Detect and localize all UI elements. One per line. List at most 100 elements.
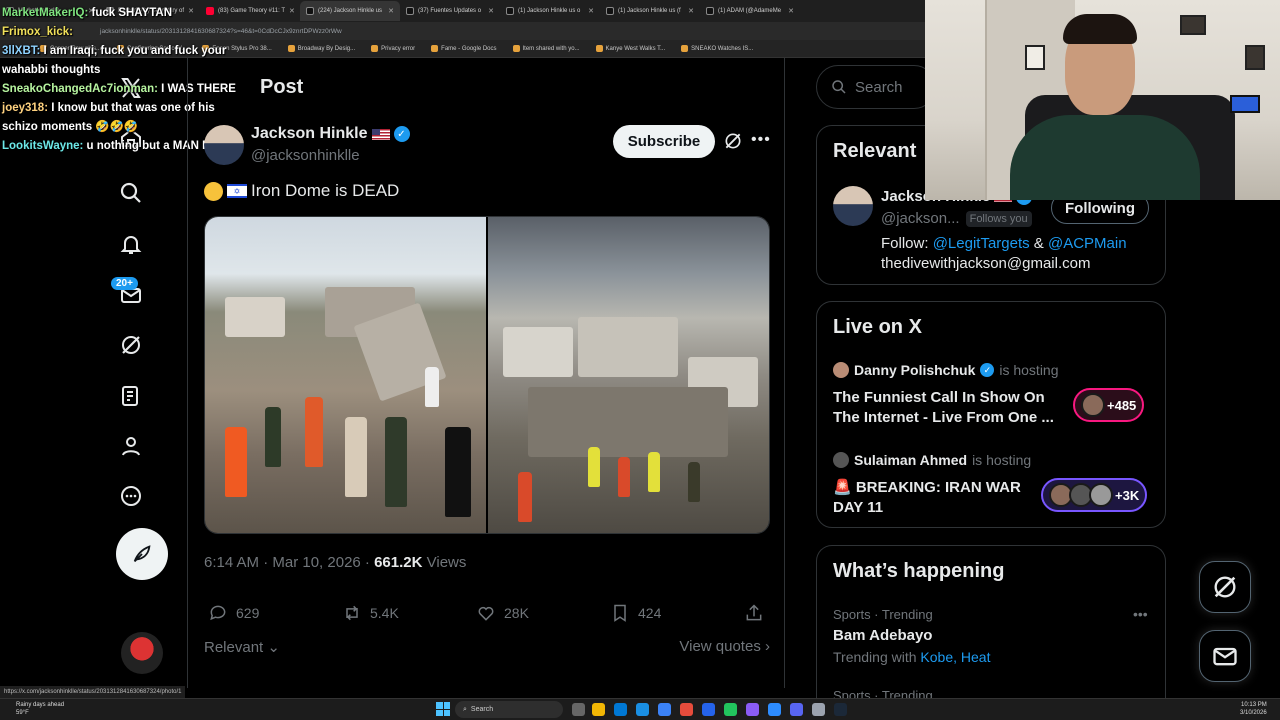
space1-title[interactable]: The Funniest Call In Show On The Interne… (833, 388, 1063, 428)
app-icon[interactable] (702, 703, 715, 716)
account-avatar[interactable] (121, 632, 163, 674)
sort-dropdown[interactable]: Relevant ⌄ (204, 639, 280, 656)
tab-title[interactable]: (224) Jackson Hinkle us (318, 8, 382, 14)
trend1-links[interactable]: Kobe, Heat (920, 649, 990, 665)
tab-close-icon[interactable]: ✕ (588, 7, 594, 15)
browser-tab[interactable]: (224) Jackson Hinkle us ✕ (300, 1, 400, 21)
trend1-name[interactable]: Bam Adebayo (833, 627, 932, 644)
like-button[interactable]: 28K (476, 603, 529, 623)
tab-title[interactable]: (1) Jackson Hinkle us o (518, 8, 580, 14)
space2-host-row[interactable]: Sulaiman Ahmed is hosting (833, 452, 1031, 468)
task-view-icon[interactable] (572, 703, 585, 716)
search-placeholder[interactable]: Search (855, 79, 903, 96)
clock-time: 10:13 PM (1241, 702, 1267, 708)
bookmark-label[interactable]: Fame - Google Docs (441, 46, 496, 52)
tab-close-icon[interactable]: ✕ (788, 7, 794, 15)
compose-post-button[interactable] (116, 528, 168, 580)
reply-icon (210, 605, 226, 621)
browser-tab[interactable]: (37) Fuentes Updates o ✕ (400, 2, 500, 20)
bio-amp: & (1029, 235, 1048, 252)
bookmark-label[interactable]: Item shared with yo... (523, 46, 580, 52)
space2-title[interactable]: 🚨 BREAKING: IRAN WAR DAY 11 (833, 478, 1043, 518)
space1-listeners-pill[interactable]: +485 (1073, 388, 1145, 422)
bookmark-label[interactable]: Broadway By Desig... (298, 46, 355, 52)
windows-start-icon[interactable] (436, 702, 450, 716)
page-title: Post (260, 76, 304, 98)
discord-icon[interactable] (790, 703, 803, 716)
browser-tab[interactable]: (1) ADAM (@AdameMe ✕ (700, 2, 800, 20)
repost-button[interactable]: 5.4K (342, 603, 399, 623)
view-quotes-link[interactable]: View quotes › (679, 638, 770, 655)
share-button[interactable] (744, 603, 764, 623)
more-circle-icon[interactable] (118, 483, 144, 509)
bookmark-item[interactable]: SNEAKO Watches IS... (681, 45, 753, 52)
grok-floating-button[interactable] (1199, 561, 1251, 613)
app-icon[interactable] (658, 703, 671, 716)
bookmark-label[interactable]: Privacy error (381, 46, 415, 52)
tab-close-icon[interactable]: ✕ (688, 7, 694, 15)
tab-title[interactable]: (1) Jackson Hinkle us (f (618, 8, 681, 14)
steam-icon[interactable] (834, 703, 847, 716)
us-flag-icon (371, 128, 390, 140)
sort-label[interactable]: Relevant (204, 639, 263, 656)
post-more-options-icon[interactable]: ••• (751, 131, 771, 149)
taskbar-search-label[interactable]: Search (471, 706, 493, 713)
author-name[interactable]: Jackson Hinkle (251, 125, 368, 143)
space1-host-row[interactable]: Danny Polishchuk ✓ is hosting (833, 362, 1059, 378)
bookmark-item[interactable]: Item shared with yo... (512, 45, 580, 52)
bookmark-favicon-icon (512, 45, 520, 52)
author-name-row[interactable]: Jackson Hinkle ✓ (251, 125, 410, 143)
zoom-icon[interactable] (768, 703, 781, 716)
profile-icon[interactable] (118, 433, 144, 459)
trend-more-icon[interactable]: ••• (1133, 606, 1148, 622)
taskbar-search[interactable]: ⌕ Search (455, 701, 563, 718)
reply-button[interactable]: 629 (208, 603, 259, 623)
view-quotes-label[interactable]: View quotes (679, 638, 760, 655)
bookmark-label[interactable]: SNEAKO Watches IS... (691, 46, 753, 52)
bookmark-item[interactable]: Kanye West Walks T... (595, 45, 666, 52)
bookmark-item[interactable]: Broadway By Desig... (287, 45, 355, 52)
weather-widget[interactable]: Rainy days ahead 59°F (16, 701, 64, 717)
bio-mention-acpmain[interactable]: @ACPMain (1048, 235, 1127, 252)
post-photo-2[interactable] (488, 217, 769, 533)
post-photo-1[interactable] (205, 217, 486, 533)
author-avatar[interactable] (204, 125, 244, 165)
tab-close-icon[interactable]: ✕ (488, 7, 494, 15)
post-timestamp[interactable]: 6:14 AM · Mar 10, 2026 · (204, 554, 374, 571)
explore-search-icon[interactable] (118, 180, 144, 206)
grok-icon[interactable] (118, 332, 144, 358)
notifications-bell-icon[interactable] (118, 231, 144, 257)
subscribe-button[interactable]: Subscribe (613, 125, 715, 158)
edge-icon[interactable] (614, 703, 627, 716)
space2-listeners-pill[interactable]: +3K (1041, 478, 1148, 512)
tab-close-icon[interactable]: ✕ (289, 7, 295, 15)
tab-close-icon[interactable]: ✕ (388, 7, 394, 15)
store-icon[interactable] (636, 703, 649, 716)
space2-host[interactable]: Sulaiman Ahmed (854, 452, 967, 468)
tab-favicon-icon (506, 7, 514, 15)
tab-title[interactable]: (37) Fuentes Updates o (418, 8, 481, 14)
tab-title[interactable]: (1) ADAM (@AdameMe (718, 8, 781, 14)
post-media[interactable] (204, 216, 770, 534)
bookmark-label[interactable]: Kanye West Walks T... (606, 46, 666, 52)
chrome-icon[interactable] (680, 703, 693, 716)
bookmark-button[interactable]: 424 (610, 603, 661, 623)
messages-floating-button[interactable] (1199, 630, 1251, 682)
relevant-avatar[interactable] (833, 186, 873, 226)
lists-icon[interactable] (118, 383, 144, 409)
space1-host[interactable]: Danny Polishchuk (854, 362, 975, 378)
search-input[interactable]: Search (816, 65, 936, 109)
author-handle[interactable]: @jacksonhinklle (251, 147, 360, 164)
system-clock[interactable]: 10:13 PM 3/10/2026 (1240, 701, 1267, 717)
app-icon[interactable] (812, 703, 825, 716)
relevant-handle[interactable]: @jackson... (881, 210, 960, 227)
app-icon[interactable] (746, 703, 759, 716)
bookmark-item[interactable]: Fame - Google Docs (431, 45, 497, 52)
app-icon[interactable] (724, 703, 737, 716)
browser-tab[interactable]: (1) Jackson Hinkle us (f ✕ (600, 2, 700, 20)
bookmark-item[interactable]: Privacy error (371, 45, 415, 52)
bio-mention-legittargets[interactable]: @LegitTargets (933, 235, 1030, 252)
browser-tab[interactable]: (1) Jackson Hinkle us o ✕ (500, 2, 600, 20)
file-explorer-icon[interactable] (592, 703, 605, 716)
grok-explain-icon[interactable] (723, 131, 743, 156)
